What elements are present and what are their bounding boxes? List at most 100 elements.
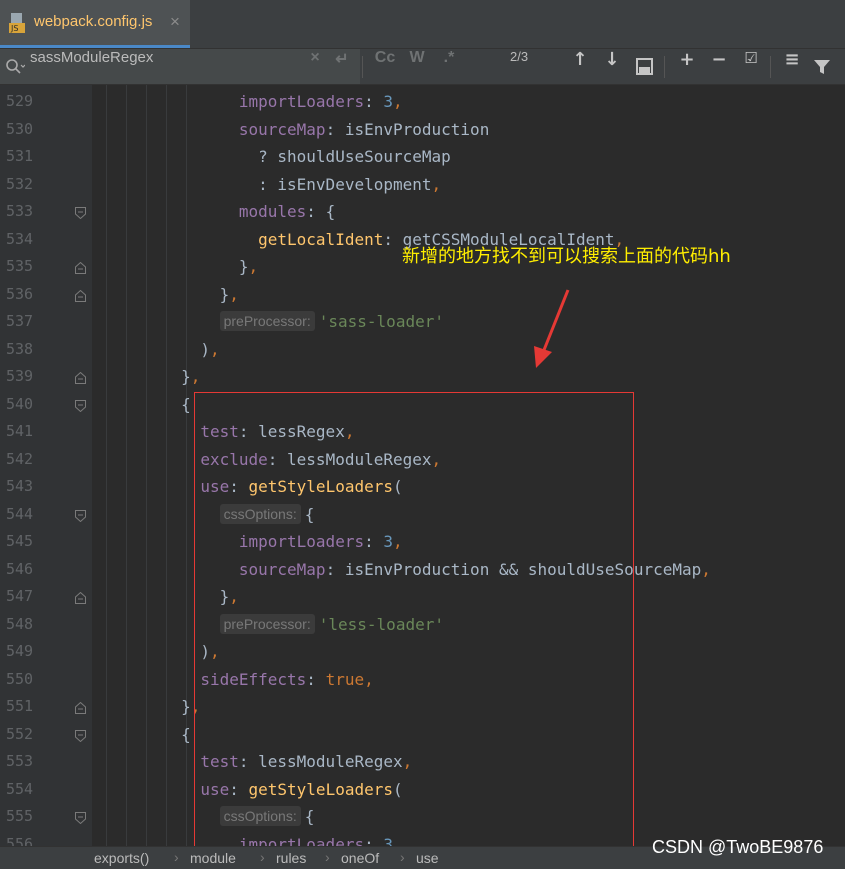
code-token: : isEnvProduction <box>325 119 490 139</box>
line-number: 553 <box>6 752 34 770</box>
code-line[interactable]: 538 ), <box>0 336 845 364</box>
code-token: { <box>181 394 191 414</box>
fold-close-icon[interactable] <box>75 702 86 714</box>
breadcrumb-item[interactable]: module <box>190 850 236 866</box>
breadcrumb-item[interactable]: oneOf <box>341 850 379 866</box>
divider <box>664 56 665 78</box>
fold-open-icon[interactable] <box>75 812 86 824</box>
line-number: 541 <box>6 422 34 440</box>
code-text: importLoaders: 3, <box>104 88 403 116</box>
fold-open-icon[interactable] <box>75 399 86 412</box>
code-line[interactable]: 529 importLoaders: 3, <box>0 88 845 116</box>
filter-lines-icon[interactable]: ≡ <box>779 49 805 84</box>
code-token: , <box>431 174 442 194</box>
fold-open-icon[interactable] <box>75 509 86 522</box>
code-token: modules <box>238 202 307 221</box>
line-number: 554 <box>6 779 34 798</box>
previous-match-icon[interactable]: ↑ <box>567 49 593 84</box>
search-input[interactable]: sassModuleRegex <box>30 49 153 84</box>
code-token: , <box>393 92 403 111</box>
code-line[interactable]: 531 ? shouldUseSourceMap <box>0 143 845 171</box>
line-number: 551 <box>6 697 34 715</box>
code-token: getLocalIdent <box>258 229 384 249</box>
regex-button[interactable]: .* <box>436 49 462 84</box>
divider <box>362 56 363 78</box>
code-text: ), <box>104 336 220 364</box>
line-number: 552 <box>6 724 34 743</box>
breadcrumb-item[interactable]: exports() <box>94 850 149 866</box>
code-token: , <box>229 284 239 304</box>
line-number: 544 <box>6 504 34 523</box>
highlight-box <box>194 392 634 852</box>
close-tab-icon[interactable]: × <box>170 12 180 32</box>
breadcrumb-item[interactable]: rules <box>276 850 306 866</box>
whole-words-button[interactable]: W <box>404 49 430 84</box>
code-line[interactable]: 533 modules: { <box>0 198 845 226</box>
line-number: 540 <box>6 394 34 413</box>
line-number: 534 <box>6 229 34 248</box>
code-token: , <box>248 257 259 276</box>
code-line[interactable]: 537 preProcessor:'sass-loader' <box>0 308 845 336</box>
fold-close-icon[interactable] <box>75 592 86 604</box>
code-text: }, <box>104 281 239 309</box>
add-occurrence-icon[interactable]: + <box>674 49 700 84</box>
code-text: }, <box>104 693 200 721</box>
chevron-right-icon: › <box>325 849 330 865</box>
line-number: 548 <box>6 614 34 633</box>
chevron-right-icon: › <box>260 849 265 865</box>
code-line[interactable]: 530 sourceMap: isEnvProduction <box>0 116 845 144</box>
fold-close-icon[interactable] <box>75 372 86 384</box>
code-text: sourceMap: isEnvProduction <box>104 116 489 144</box>
multiline-icon[interactable]: ↵ <box>331 49 353 84</box>
tab-filename: webpack.config.js <box>34 13 153 30</box>
chevron-right-icon: › <box>400 849 405 865</box>
code-token: importLoaders <box>238 92 365 111</box>
search-field[interactable]: sassModuleRegex × ↵ <box>0 49 360 84</box>
code-token: ? shouldUseSourceMap <box>258 147 451 166</box>
code-token: , <box>701 559 711 579</box>
fold-open-icon[interactable] <box>75 207 86 219</box>
line-number: 550 <box>6 669 34 688</box>
code-token: } <box>238 257 249 276</box>
filter-icon[interactable] <box>813 59 831 75</box>
code-token: : { <box>306 202 336 221</box>
tab-webpack-config[interactable]: JS webpack.config.js × <box>0 0 190 48</box>
code-line[interactable]: 532 : isEnvDevelopment, <box>0 171 845 199</box>
code-line[interactable]: 536 }, <box>0 281 845 309</box>
search-icon <box>6 59 25 74</box>
code-text: ? shouldUseSourceMap <box>104 143 451 171</box>
code-text: modules: { <box>104 198 335 226</box>
watermark: CSDN @TwoBE9876 <box>652 837 824 857</box>
code-line[interactable]: 539 }, <box>0 363 845 391</box>
code-token: 'sass-loader' <box>318 312 444 331</box>
select-all-check-icon[interactable]: ☑ <box>738 49 764 84</box>
fold-close-icon[interactable] <box>75 262 86 274</box>
code-text: : isEnvDevelopment, <box>104 171 441 199</box>
select-all-occurrences-icon[interactable] <box>636 58 654 76</box>
clear-search-icon[interactable]: × <box>306 49 324 84</box>
next-match-icon[interactable]: ↓ <box>599 49 625 84</box>
code-token: , <box>209 339 220 359</box>
line-number: 536 <box>6 284 34 303</box>
fold-open-icon[interactable] <box>75 729 86 742</box>
code-token: } <box>181 367 191 386</box>
breadcrumb-item[interactable]: use <box>416 850 439 866</box>
code-text: }, <box>104 253 258 281</box>
match-case-button[interactable]: Cc <box>372 49 398 84</box>
line-number: 545 <box>6 532 34 550</box>
fold-close-icon[interactable] <box>75 289 86 302</box>
code-token: , <box>190 367 201 386</box>
remove-occurrence-icon[interactable]: − <box>706 49 732 84</box>
